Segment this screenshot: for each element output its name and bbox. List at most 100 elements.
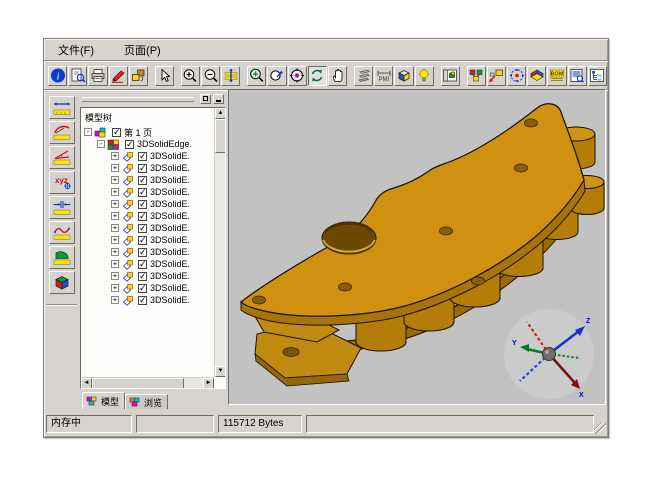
measure-curve-button[interactable] [49,221,75,244]
pan-button[interactable] [328,66,347,86]
standard-views-button[interactable] [507,66,526,86]
pmi-button[interactable]: PMI [374,66,393,86]
tree-row-part[interactable]: 3DSolidE. [81,150,225,162]
panel-minimize-button[interactable] [213,94,224,104]
tab-label[interactable]: 模型 [101,395,119,408]
tree-label[interactable]: 3DSolidE. [150,211,190,221]
tree-row-part[interactable]: 3DSolidE. [81,174,225,186]
checkbox-checked[interactable] [138,272,147,281]
checkbox-checked[interactable] [112,128,121,137]
collapse-icon[interactable] [97,140,105,148]
zoom-out-button[interactable] [201,66,220,86]
tree-label[interactable]: 3DSolidE. [150,283,190,293]
scroll-down-icon[interactable]: ▼ [215,366,226,377]
checkbox-checked[interactable] [138,224,147,233]
tree-label[interactable]: 3DSolidE. [150,175,190,185]
zoom-in-button[interactable] [181,66,200,86]
assembly-button[interactable] [467,66,486,86]
color-settings-button[interactable] [129,66,148,86]
section-button[interactable] [527,66,546,86]
tree-row-part[interactable]: 3DSolidE. [81,186,225,198]
tree-row-part[interactable]: 3DSolidE. [81,198,225,210]
menu-page[interactable]: 页面(P) [120,40,165,60]
measure-coordinate-button[interactable]: xyz [49,171,75,194]
fit-window-button[interactable] [221,66,240,86]
checkbox-checked[interactable] [125,140,134,149]
panel-maximize-button[interactable] [200,94,211,104]
tree-row-part[interactable]: 3DSolidE. [81,234,225,246]
checkbox-checked[interactable] [138,260,147,269]
info-button[interactable]: i [48,66,67,86]
tree-row-part[interactable]: 3DSolidE. [81,294,225,306]
tree-label[interactable]: 3DSolidEdge. [137,139,192,149]
tree-label[interactable]: 3DSolidE. [150,151,190,161]
model-canvas[interactable]: Z X Y [229,90,607,404]
expand-icon[interactable] [111,224,119,232]
rotate-button[interactable] [308,66,327,86]
scrollbar-thumb[interactable] [215,119,226,153]
tree-horizontal-scrollbar[interactable]: ◄ ► [81,377,214,388]
expand-icon[interactable] [111,260,119,268]
checkbox-checked[interactable] [138,152,147,161]
expand-icon[interactable] [111,248,119,256]
select-cursor-button[interactable] [155,66,174,86]
checkbox-checked[interactable] [138,296,147,305]
tree-row-part[interactable]: 3DSolidE. [81,270,225,282]
tab-label[interactable]: 浏览 [144,396,162,409]
tree-row-part[interactable]: 3DSolidE. [81,258,225,270]
tree-row-part[interactable]: 3DSolidE. [81,222,225,234]
measure-angle-button[interactable] [49,146,75,169]
tree-label[interactable]: 3DSolidE. [150,259,190,269]
tree-label[interactable]: 3DSolidE. [150,235,190,245]
scroll-up-icon[interactable]: ▲ [215,108,226,119]
markup-pen-button[interactable] [109,66,128,86]
checkbox-checked[interactable] [138,164,147,173]
tree-row-assembly[interactable]: 3DSolidEdge. [81,138,225,150]
tree-row-part[interactable]: 3DSolidE. [81,210,225,222]
tree-label[interactable]: 3DSolidE. [150,163,190,173]
scroll-right-icon[interactable]: ► [203,378,214,389]
tree-row-part[interactable]: 3DSolidE. [81,162,225,174]
config-panel-button[interactable] [441,66,460,86]
expand-icon[interactable] [111,188,119,196]
measure-radius-button[interactable] [49,121,75,144]
scrollbar-thumb[interactable] [92,378,184,389]
tree-label[interactable]: 3DSolidE. [150,187,190,197]
scroll-left-icon[interactable]: ◄ [81,378,92,389]
tree-row-page[interactable]: 第 1 页 [81,126,225,138]
tree-row-part[interactable]: 3DSolidE. [81,282,225,294]
expand-icon[interactable] [111,236,119,244]
expand-icon[interactable] [111,284,119,292]
tree-row-part[interactable]: 3DSolidE. [81,246,225,258]
expand-icon[interactable] [111,176,119,184]
move-explode-button[interactable] [487,66,506,86]
measure-area-button[interactable] [49,246,75,269]
checkbox-checked[interactable] [138,200,147,209]
bom-button[interactable]: BOM [547,66,566,86]
print-preview-button[interactable] [68,66,87,86]
tree-label[interactable]: 第 1 页 [124,126,152,139]
layers-button[interactable] [354,66,373,86]
checkbox-checked[interactable] [138,188,147,197]
tree-label[interactable]: 3DSolidE. [150,271,190,281]
tree-vertical-scrollbar[interactable]: ▲ ▼ [214,108,225,377]
checkbox-checked[interactable] [138,236,147,245]
menu-file[interactable]: 文件(F) [54,40,98,60]
measure-distance-button[interactable] [49,196,75,219]
collapse-icon[interactable] [84,128,92,136]
drag-grip-icon[interactable] [82,97,194,102]
checkbox-checked[interactable] [138,212,147,221]
zoom-window-button[interactable] [247,66,266,86]
tree-panel-titlebar[interactable] [80,93,226,105]
light-button[interactable] [415,66,434,86]
measure-length-button[interactable] [49,96,75,119]
checkbox-checked[interactable] [138,284,147,293]
tree-label[interactable]: 3DSolidE. [150,295,190,305]
tab-browse[interactable]: 浏览 [125,394,168,409]
tree-view-button[interactable] [588,66,607,86]
checkbox-checked[interactable] [138,248,147,257]
model-viewport[interactable]: Z X Y [228,89,606,405]
checkbox-checked[interactable] [138,176,147,185]
report-list-button[interactable] [568,66,587,86]
expand-icon[interactable] [111,212,119,220]
